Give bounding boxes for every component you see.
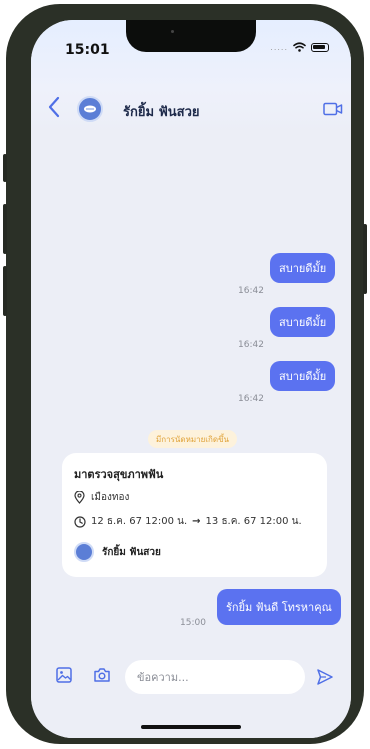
send-icon[interactable] [316,668,334,686]
message-timestamp: 16:42 [238,340,264,350]
message-bubble[interactable]: สบายดีมั้ย [270,307,336,337]
appointment-time-row: 12 ธ.ค. 67 12:00 น. → 13 ธ.ค. 67 12:00 น… [74,514,302,529]
appointment-location-row: เมืองทอง [74,490,129,505]
event-notice-badge: มีการนัดหมายเกิดขึ้น [148,430,238,448]
status-time: 15:01 [65,42,110,58]
message-input[interactable] [125,660,305,694]
appointment-card[interactable]: มาตรวจสุขภาพฟัน เมืองทอง 12 ธ.ค. 67 12:0… [62,453,327,577]
location-pin-icon [74,491,85,504]
video-call-icon[interactable] [323,102,343,116]
wifi-icon [293,42,306,52]
appointment-title: มาตรวจสุขภาพฟัน [74,468,164,481]
message-bubble[interactable]: สบายดีมั้ย [270,361,336,391]
image-icon[interactable] [56,667,72,683]
signal-dots: ..... [270,42,288,52]
arrow-right-icon: → [192,516,201,527]
side-button [363,224,367,294]
tooth-avatar-icon [84,105,96,113]
battery-icon [311,42,329,52]
back-chevron-icon[interactable] [45,94,63,120]
side-button [3,154,7,182]
contact-avatar[interactable] [77,96,103,122]
appointment-end: 13 ธ.ค. 67 12:00 น. [205,516,302,527]
message-timestamp: 16:42 [238,286,264,296]
clock-icon [74,515,86,528]
appointment-user-name: รักยิ้ม ฟันสวย [102,546,161,558]
message-bubble[interactable]: รักยิ้ม ฟันดี โทรหาคุณ [217,589,341,625]
appointment-user-row: รักยิ้ม ฟันสวย [74,542,161,562]
side-button [3,266,7,316]
user-avatar [74,542,94,562]
message-timestamp: 16:42 [238,394,264,404]
side-button [3,204,7,254]
appointment-location: เมืองทอง [91,492,130,503]
appointment-start: 12 ธ.ค. 67 12:00 น. [91,516,188,527]
home-indicator [141,725,241,729]
contact-name: รักยิ้ม ฟันสวย [123,105,200,120]
phone-frame: 15:01 ..... รักยิ้ม ฟันสวย สบายดีมั้ย 16… [3,4,367,744]
message-bubble[interactable]: สบายดีมั้ย [270,253,336,283]
screen: 15:01 ..... รักยิ้ม ฟันสวย สบายดีมั้ย 16… [31,20,351,738]
status-icons: ..... [270,42,329,52]
message-timestamp: 15:00 [180,618,206,628]
camera-icon[interactable] [93,667,111,683]
notch [126,20,256,52]
